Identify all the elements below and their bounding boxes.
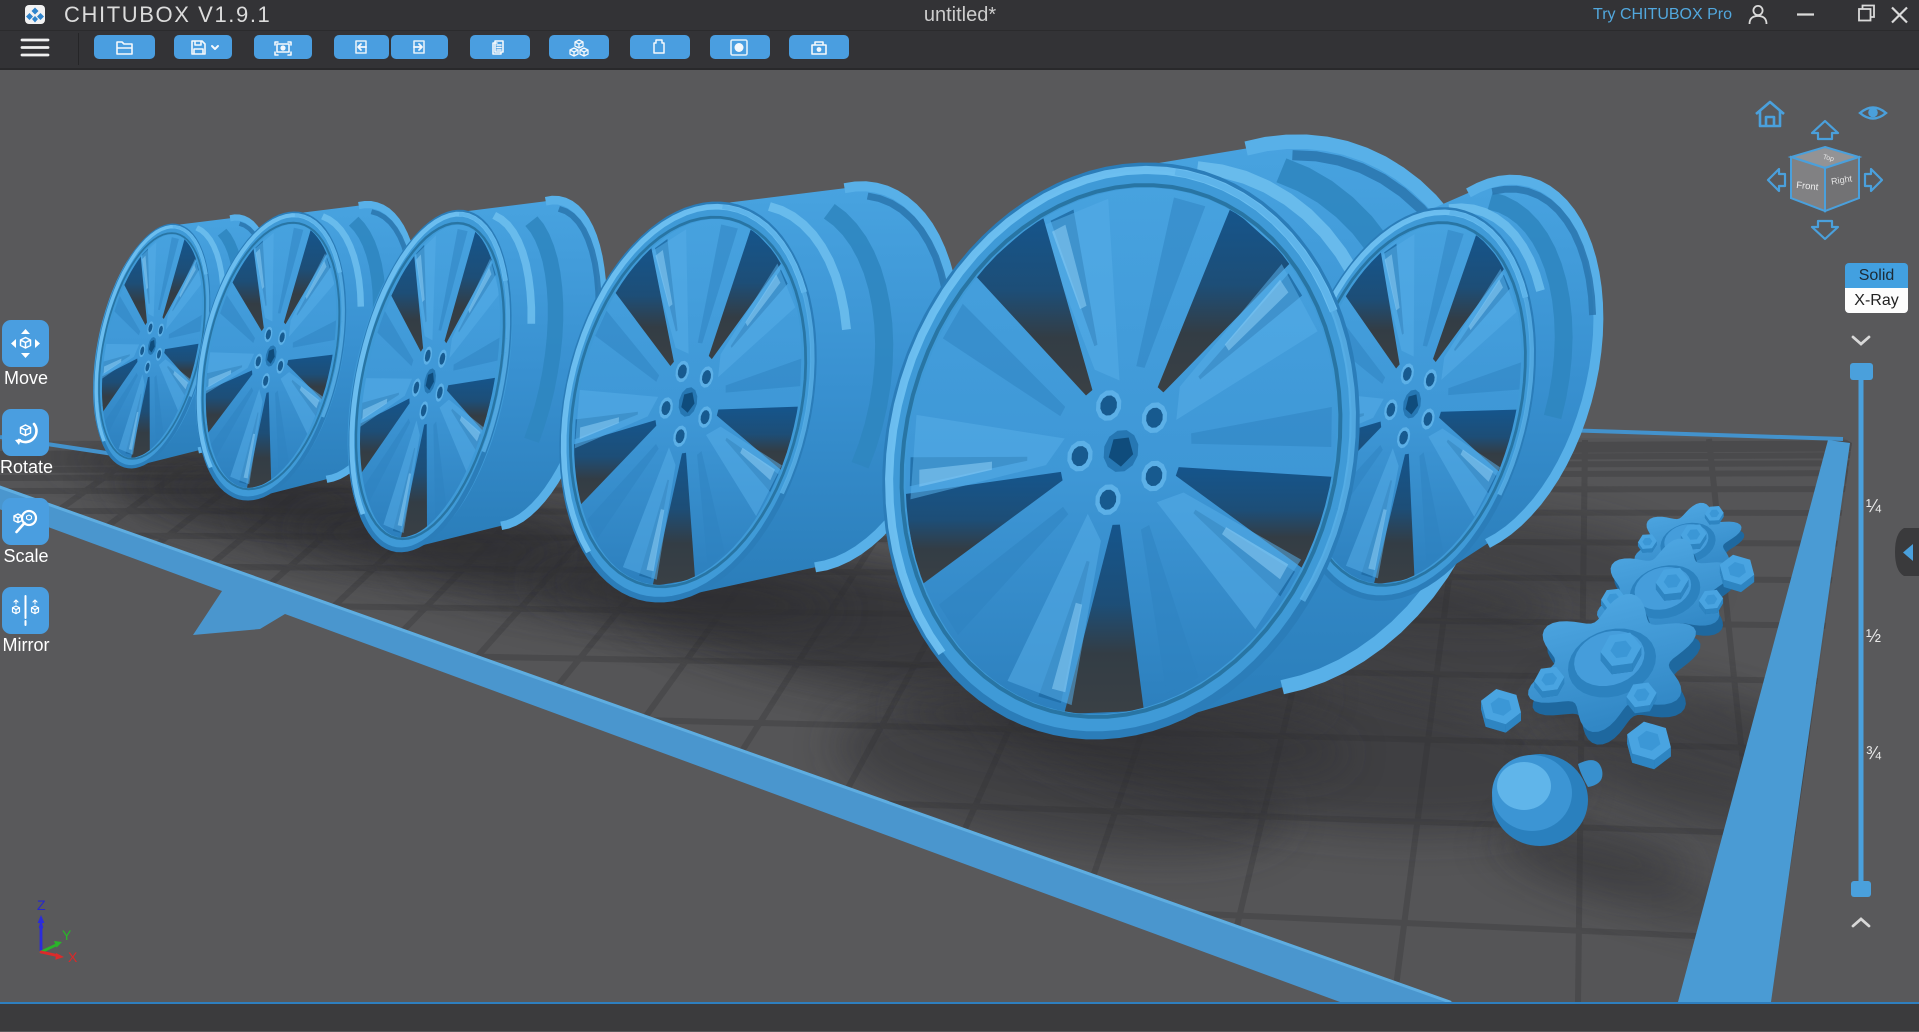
svg-text:untitled*: untitled* — [924, 4, 996, 26]
svg-text:CHITUBOX V1.9.1: CHITUBOX V1.9.1 — [64, 2, 271, 27]
svg-text:Y: Y — [62, 927, 72, 943]
svg-text:Try CHITUBOX Pro: Try CHITUBOX Pro — [1593, 6, 1732, 23]
svg-text:Front: Front — [1796, 180, 1820, 193]
svg-text:X: X — [68, 949, 78, 965]
